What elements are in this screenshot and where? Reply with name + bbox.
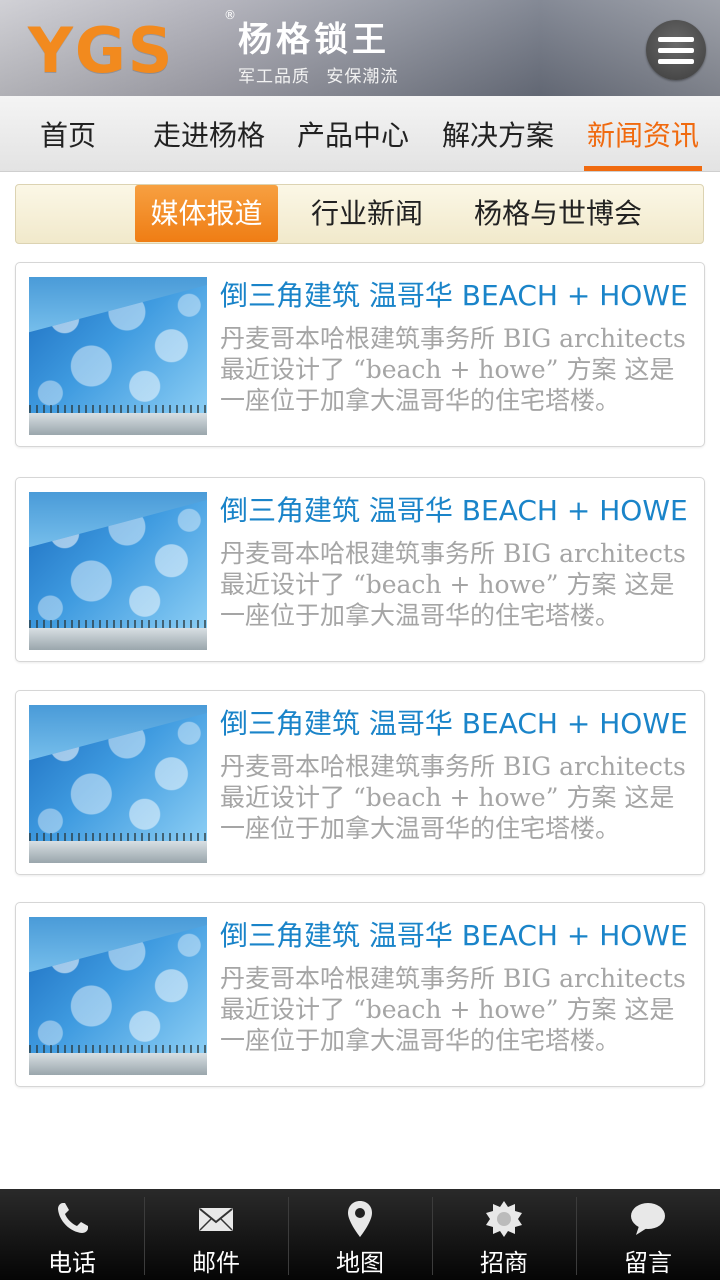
footer-label: 地图 xyxy=(336,1249,384,1277)
footer-phone-button[interactable]: 电话 xyxy=(0,1189,144,1280)
hamburger-menu-icon[interactable] xyxy=(646,20,706,80)
footer-label: 电话 xyxy=(48,1249,96,1277)
news-card[interactable]: 倒三角建筑 温哥华 BEACH + HOWE 丹麦哥本哈根建筑事务所 BIG a… xyxy=(15,262,705,447)
ground xyxy=(29,1053,207,1075)
footer-mail-button[interactable]: 邮件 xyxy=(144,1189,288,1280)
tab-industry-news[interactable]: 行业新闻 xyxy=(296,185,438,243)
building-facade xyxy=(29,925,207,1060)
badge-icon xyxy=(486,1201,522,1237)
news-title[interactable]: 倒三角建筑 温哥华 BEACH + HOWE xyxy=(220,492,700,530)
news-thumbnail[interactable] xyxy=(29,492,207,650)
nav-item-products[interactable]: 产品中心 xyxy=(290,96,416,172)
news-thumbnail[interactable] xyxy=(29,917,207,1075)
news-card[interactable]: 倒三角建筑 温哥华 BEACH + HOWE 丹麦哥本哈根建筑事务所 BIG a… xyxy=(15,477,705,662)
nav-item-about[interactable]: 走进杨格 xyxy=(146,96,272,172)
menu-bar xyxy=(658,36,694,42)
footer-business-button[interactable]: 招商 xyxy=(432,1189,576,1280)
news-thumbnail[interactable] xyxy=(29,705,207,863)
mail-icon xyxy=(199,1208,233,1231)
building-facade xyxy=(29,285,207,420)
footer-message-button[interactable]: 留言 xyxy=(576,1189,720,1280)
news-title[interactable]: 倒三角建筑 温哥华 BEACH + HOWE xyxy=(220,705,700,743)
building-facade xyxy=(29,500,207,635)
footer-label: 留言 xyxy=(624,1249,672,1277)
news-category-tabs: 媒体报道 行业新闻 杨格与世博会 xyxy=(15,184,704,244)
menu-bar xyxy=(658,47,694,53)
tab-expo[interactable]: 杨格与世博会 xyxy=(456,185,660,243)
menu-bar xyxy=(658,58,694,64)
tab-media-reports[interactable]: 媒体报道 xyxy=(135,185,278,242)
ground xyxy=(29,628,207,650)
chat-bubble-icon xyxy=(631,1203,665,1235)
registered-mark: ® xyxy=(224,8,236,22)
news-description: 丹麦哥本哈根建筑事务所 BIG architects 最近设计了 “beach … xyxy=(220,539,686,630)
logo[interactable]: YGS xyxy=(28,16,174,86)
news-description: 丹麦哥本哈根建筑事务所 BIG architects 最近设计了 “beach … xyxy=(220,324,686,415)
nav-item-home[interactable]: 首页 xyxy=(8,96,128,172)
brand-slogan: 军工品质 安保潮流 xyxy=(238,67,399,87)
news-card[interactable]: 倒三角建筑 温哥华 BEACH + HOWE 丹麦哥本哈根建筑事务所 BIG a… xyxy=(15,690,705,875)
bottom-toolbar: 电话 邮件 地图 招商 留言 xyxy=(0,1189,720,1280)
footer-label: 邮件 xyxy=(192,1249,240,1277)
news-description: 丹麦哥本哈根建筑事务所 BIG architects 最近设计了 “beach … xyxy=(220,964,686,1055)
news-thumbnail[interactable] xyxy=(29,277,207,435)
news-description: 丹麦哥本哈根建筑事务所 BIG architects 最近设计了 “beach … xyxy=(220,752,686,843)
footer-label: 招商 xyxy=(480,1249,528,1277)
site-header: YGS ® 杨格锁王 军工品质 安保潮流 xyxy=(0,0,720,96)
news-card[interactable]: 倒三角建筑 温哥华 BEACH + HOWE 丹麦哥本哈根建筑事务所 BIG a… xyxy=(15,902,705,1087)
building-facade xyxy=(29,713,207,848)
brand-name: 杨格锁王 xyxy=(238,20,390,60)
ground xyxy=(29,413,207,435)
phone-icon xyxy=(58,1203,88,1233)
ground xyxy=(29,841,207,863)
footer-map-button[interactable]: 地图 xyxy=(288,1189,432,1280)
nav-item-solutions[interactable]: 解决方案 xyxy=(435,96,561,172)
news-title[interactable]: 倒三角建筑 温哥华 BEACH + HOWE xyxy=(220,277,700,315)
nav-item-news[interactable]: 新闻资讯 xyxy=(580,96,706,172)
active-nav-indicator xyxy=(584,166,702,171)
news-title[interactable]: 倒三角建筑 温哥华 BEACH + HOWE xyxy=(220,917,700,955)
main-nav: 首页 走进杨格 产品中心 解决方案 新闻资讯 xyxy=(0,96,720,172)
map-pin-icon xyxy=(348,1201,372,1237)
